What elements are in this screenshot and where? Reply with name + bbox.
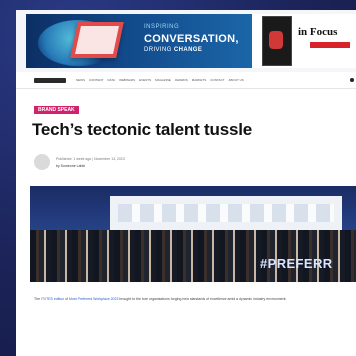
nav-item[interactable]: CONTENT (89, 78, 104, 82)
publish-meta: Published: 1 week ago | November 13, 202… (56, 157, 125, 161)
category-badge[interactable]: BRAND SPEAK (34, 106, 79, 114)
nav-items: NEWS CONTENT DATA WEBINARS EVENTS MAGAZI… (76, 78, 244, 82)
banner-left[interactable]: INSPIRING CONVERSATION, DRIVING CHANGE (26, 14, 252, 68)
red-tag (310, 42, 350, 48)
stage-screen (110, 196, 342, 230)
top-nav: NEWS CONTENT DATA WEBINARS EVENTS MAGAZI… (16, 74, 356, 89)
article-page: INSPIRING CONVERSATION, DRIVING CHANGE i… (16, 10, 356, 356)
nav-item[interactable]: NEWS (76, 78, 85, 82)
site-logo[interactable] (34, 78, 66, 83)
nav-item[interactable]: AWARDS (175, 78, 188, 82)
banner-subline-prefix: DRIVING (144, 47, 174, 53)
author-name[interactable]: by Someone Lahiri (56, 164, 85, 168)
nav-item[interactable]: WEBINARS (119, 78, 135, 82)
tablet-image (70, 22, 124, 58)
intro-link-title[interactable]: Most Preferred Workplace 2023 (69, 297, 118, 301)
author-avatar (34, 154, 50, 170)
magazine-cover (262, 16, 292, 66)
banner-right[interactable]: in Focus (252, 14, 356, 68)
nav-item[interactable]: CONTACT (210, 78, 224, 82)
banner-headline: CONVERSATION, (144, 33, 239, 45)
hero-hashtag: #PREFERR (260, 256, 333, 271)
banner-subline: DRIVING CHANGE (144, 47, 202, 53)
hero-image: #PREFERR (30, 186, 356, 282)
nav-item[interactable]: MAGAZINE (155, 78, 171, 82)
article-intro: The IT/ITES edition of Most Preferred Wo… (34, 296, 352, 303)
intro-suffix: brought to the fore organisations forgin… (118, 297, 287, 301)
menu-icon[interactable] (350, 78, 354, 82)
nav-item[interactable]: EVENTS (139, 78, 151, 82)
in-focus-title: in Focus (298, 26, 338, 38)
ad-banner[interactable]: INSPIRING CONVERSATION, DRIVING CHANGE i… (16, 10, 356, 72)
nav-item[interactable]: MARKETS (192, 78, 207, 82)
intro-prefix: The (34, 297, 42, 301)
nav-item[interactable]: ABOUT US (229, 78, 244, 82)
nav-item[interactable]: DATA (108, 78, 116, 82)
intro-link-edition[interactable]: IT/ITES edition (41, 297, 64, 301)
banner-subline-bold: CHANGE (173, 47, 203, 53)
article-title: Tech’s tectonic talent tussle (32, 120, 252, 139)
banner-kicker: INSPIRING (144, 24, 180, 30)
